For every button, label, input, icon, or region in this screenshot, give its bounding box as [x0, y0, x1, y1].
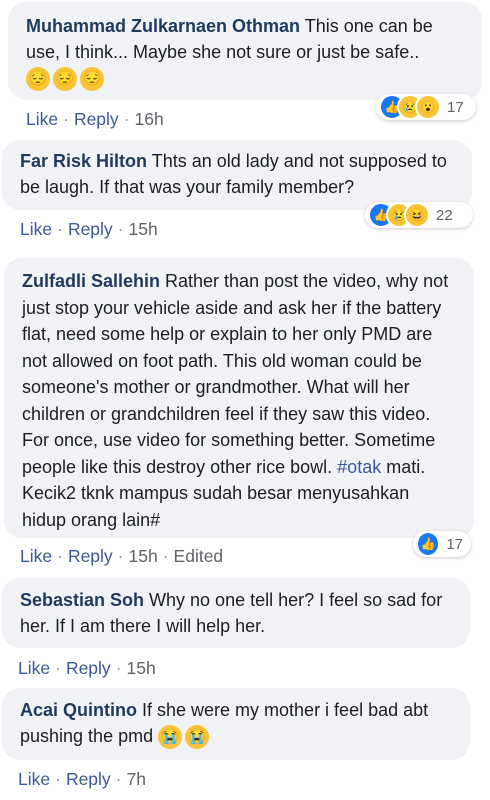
wow-icon: 😮 [415, 94, 441, 120]
pensive-emoji: 😔 [26, 67, 50, 92]
comment-bubble: Far Risk Hilton Thts an old lady and not… [2, 140, 472, 210]
pensive-emoji: 😔 [80, 67, 104, 92]
comment-actions: Like · Reply · 16h [26, 109, 164, 129]
reaction-summary[interactable]: 👍 😢 😮 17 [376, 94, 476, 120]
like-link[interactable]: Like [18, 658, 50, 678]
reaction-summary[interactable]: 👍 17 [413, 531, 471, 557]
like-link[interactable]: Like [26, 109, 58, 129]
reaction-count: 17 [446, 535, 463, 553]
reply-link[interactable]: Reply [68, 546, 113, 566]
comment-timestamp[interactable]: 15h [129, 219, 158, 239]
crying-emoji: 😭 [158, 725, 183, 750]
like-link[interactable]: Like [18, 769, 50, 789]
comment-bubble: Zulfadli Sallehin Rather than post the v… [4, 258, 474, 538]
comment-actions: Like · Reply · 15h · Edited [20, 546, 224, 566]
comment-author[interactable]: Zulfadli Sallehin [22, 271, 160, 291]
like-link[interactable]: Like [20, 546, 52, 566]
reply-link[interactable]: Reply [66, 769, 111, 789]
edited-label[interactable]: Edited [174, 546, 224, 566]
reaction-count: 22 [436, 206, 453, 224]
comment-author[interactable]: Acai Quintino [20, 700, 137, 720]
comment-author[interactable]: Muhammad Zulkarnaen Othman [26, 16, 300, 36]
comment-bubble: Muhammad Zulkarnaen Othman This one can … [8, 2, 482, 100]
comment-timestamp[interactable]: 16h [135, 109, 164, 129]
comment-text: Rather than post the video, why not just… [22, 271, 449, 477]
comment-actions: Like · Reply · 7h [18, 769, 146, 789]
comment-actions: Like · Reply · 15h [18, 658, 156, 678]
comment-bubble: Sebastian Soh Why no one tell her? I fee… [2, 578, 470, 648]
reply-link[interactable]: Reply [74, 109, 119, 129]
comment-author[interactable]: Sebastian Soh [20, 590, 144, 610]
comment-author[interactable]: Far Risk Hilton [20, 151, 147, 171]
comment-timestamp[interactable]: 7h [127, 769, 146, 789]
reply-link[interactable]: Reply [68, 219, 113, 239]
haha-icon: 😆 [404, 202, 430, 228]
pensive-emoji: 😔 [53, 67, 77, 92]
reaction-summary[interactable]: 👍 😢 😆 22 [365, 202, 473, 228]
crying-emoji: 😭 [185, 725, 210, 750]
comment-bubble: Acai Quintino If she were my mother i fe… [2, 688, 470, 760]
like-link[interactable]: Like [20, 219, 52, 239]
comment-actions: Like · Reply · 15h [20, 219, 158, 239]
reaction-count: 17 [447, 98, 464, 116]
hashtag-link[interactable]: #otak [337, 457, 381, 477]
comment-timestamp[interactable]: 15h [127, 658, 156, 678]
reply-link[interactable]: Reply [66, 658, 111, 678]
like-icon: 👍 [416, 531, 441, 557]
comment-timestamp[interactable]: 15h [129, 546, 158, 566]
